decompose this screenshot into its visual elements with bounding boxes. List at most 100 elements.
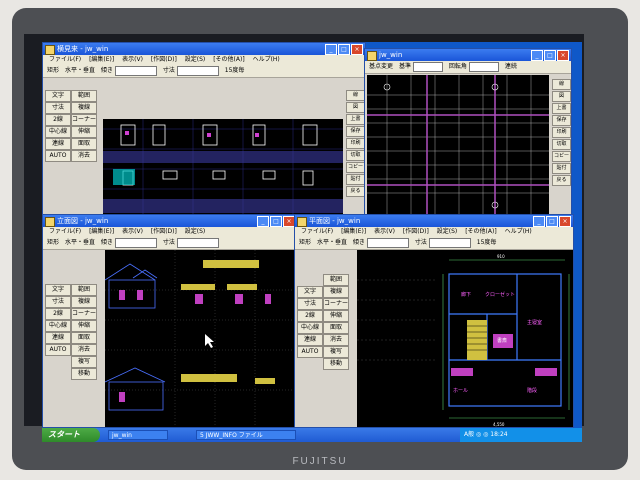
palette-save[interactable]: 保存 [346,126,365,137]
palette-auto[interactable]: AUTO [45,344,71,356]
minimize-button[interactable]: _ [257,216,269,227]
minimize-button[interactable]: _ [325,44,337,55]
menu-help[interactable]: ヘルプ(H) [253,56,280,63]
menu-file[interactable]: ファイル(F) [49,228,81,235]
palette-auto[interactable]: AUTO [297,346,323,358]
palette-text[interactable]: 文字 [45,90,71,102]
menu-help[interactable]: ヘルプ(H) [505,228,532,235]
palette-overwrite[interactable]: 上書 [552,103,571,114]
palette-erase[interactable]: 消去 [323,334,349,346]
palette-dimension[interactable]: 寸法 [45,296,71,308]
titlebar[interactable]: jw_win _ □ × [365,49,571,61]
palette-chamfer[interactable]: 面取 [323,322,349,334]
dimension-combo[interactable] [428,237,471,248]
palette-corner[interactable]: コーナー [71,308,97,320]
window-plan[interactable]: 平面図 - jw_win _ □ × ファイル(F) [編集(E)] 表示(V) [… [294,214,574,428]
palette-copy[interactable]: コピー [552,151,571,162]
rect-checkbox[interactable]: 矩形 [299,239,311,246]
palette-cut[interactable]: 切取 [346,150,365,161]
angle-combo[interactable] [114,65,157,76]
palette-stretch[interactable]: 伸縮 [71,320,97,332]
drawing-canvas[interactable]: 廊下 クローゼット 主寝室 書斎 ホール 階段 910 4,550 [357,250,573,427]
window-elevation-top[interactable]: 横見来 - jw_win _ □ × ファイル(F) [編集(E)] 表示(V) [… [42,42,366,216]
palette-connect[interactable]: 連線 [45,332,71,344]
menu-view[interactable]: 表示(V) [122,56,143,63]
rotation-combo[interactable] [468,61,499,72]
palette-print[interactable]: 印刷 [552,127,571,138]
scale-checkbox[interactable]: 15度毎 [225,67,245,74]
palette-corner[interactable]: コーナー [71,114,97,126]
menu-edit[interactable]: [編集(E)] [89,56,114,63]
palette-connect[interactable]: 連線 [45,138,71,150]
maximize-button[interactable]: □ [544,50,556,61]
palette-stretch[interactable]: 伸縮 [323,310,349,322]
system-tray[interactable]: A般 ◎ ◎ 18:24 [460,428,582,442]
palette-paste[interactable]: 貼付 [552,163,571,174]
rect-checkbox[interactable]: 矩形 [47,239,59,246]
palette-erase[interactable]: 消去 [71,150,97,162]
palette-range[interactable]: 範囲 [323,274,349,286]
continuous[interactable]: 連続 [505,63,517,70]
angle-combo[interactable] [114,237,157,248]
horizontal-vertical-checkbox[interactable]: 水平・垂直 [65,67,95,74]
palette-print[interactable]: 印刷 [346,138,365,149]
palette-stretch[interactable]: 伸縮 [71,126,97,138]
palette-center-line[interactable]: 中心線 [297,322,323,334]
scale-checkbox[interactable]: 15度毎 [477,239,497,246]
menu-settings[interactable]: 設定(S) [185,56,206,63]
menu-file[interactable]: ファイル(F) [49,56,81,63]
palette-corner[interactable]: コーナー [323,298,349,310]
menu-edit[interactable]: [編集(E)] [341,228,366,235]
palette-center-line[interactable]: 中心線 [45,126,71,138]
palette-dimension[interactable]: 寸法 [45,102,71,114]
drawing-canvas[interactable] [367,75,549,215]
palette-auto[interactable]: AUTO [45,150,71,162]
palette-line[interactable]: 線 [346,90,365,101]
maximize-button[interactable]: □ [338,44,350,55]
palette-offset[interactable]: 複線 [323,286,349,298]
palette-line[interactable]: 線 [552,79,571,90]
minimize-button[interactable]: _ [533,216,545,227]
palette-text[interactable]: 文字 [45,284,71,296]
rect-checkbox[interactable]: 矩形 [47,67,59,74]
base-combo[interactable] [412,61,443,72]
palette-offset[interactable]: 複線 [71,296,97,308]
palette-save[interactable]: 保存 [552,115,571,126]
close-button[interactable]: × [557,50,569,61]
palette-double-line[interactable]: 2線 [45,308,71,320]
palette-overwrite[interactable]: 上書 [346,114,365,125]
palette-erase[interactable]: 消去 [71,344,97,356]
palette-range[interactable]: 範囲 [71,90,97,102]
window-grid[interactable]: jw_win _ □ × 基点変更 基準 回転角 連続 線 図 上書 保存 印刷 切… [364,48,572,216]
menu-view[interactable]: 表示(V) [374,228,395,235]
titlebar[interactable]: 平面図 - jw_win _ □ × [295,215,573,227]
menu-settings[interactable]: 設定(S) [437,228,458,235]
palette-dimension[interactable]: 寸法 [297,298,323,310]
start-button[interactable]: スタート [42,428,100,442]
angle-combo[interactable] [366,237,409,248]
dimension-combo[interactable] [176,237,219,248]
window-elevation-bottom[interactable]: 立面図 - jw_win _ □ × ファイル(F) [編集(E)] 表示(V) [… [42,214,298,428]
palette-figure[interactable]: 図 [552,91,571,102]
titlebar[interactable]: 立面図 - jw_win _ □ × [43,215,297,227]
taskbar-item-jww-info[interactable]: 5 JWW_INFO ファイル [196,430,296,440]
palette-undo[interactable]: 戻る [346,186,365,197]
menu-draw[interactable]: [作図(D)] [151,56,177,63]
palette-chamfer[interactable]: 面取 [71,332,97,344]
base-change[interactable]: 基点変更 [369,63,393,70]
palette-text[interactable]: 文字 [297,286,323,298]
menu-file[interactable]: ファイル(F) [301,228,333,235]
menu-edit[interactable]: [編集(E)] [89,228,114,235]
palette-double-line[interactable]: 2線 [45,114,71,126]
menu-other[interactable]: [その他(A)] [465,228,496,235]
close-button[interactable]: × [351,44,363,55]
menu-draw[interactable]: [作図(D)] [151,228,177,235]
drawing-canvas[interactable] [105,250,297,427]
menu-view[interactable]: 表示(V) [122,228,143,235]
palette-chamfer[interactable]: 面取 [71,138,97,150]
drawing-canvas[interactable] [103,119,343,215]
palette-copy[interactable]: 複写 [323,346,349,358]
base[interactable]: 基準 [399,63,411,70]
palette-copy[interactable]: 複写 [71,356,97,368]
palette-connect[interactable]: 連線 [297,334,323,346]
